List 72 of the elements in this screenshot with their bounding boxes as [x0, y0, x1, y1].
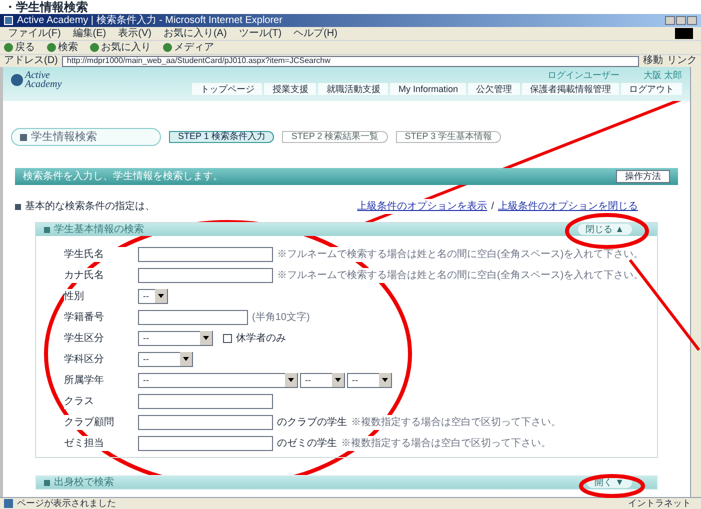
- text-input[interactable]: [138, 436, 273, 450]
- checkbox-label: 休学者のみ: [236, 330, 286, 346]
- nav-link[interactable]: 就職活動支援: [318, 83, 388, 95]
- help-button[interactable]: 操作方法: [616, 170, 670, 183]
- text-input[interactable]: [138, 414, 273, 430]
- nav-link[interactable]: My Information: [390, 83, 466, 95]
- go-button[interactable]: 移動: [643, 56, 663, 66]
- user-name: 大阪 太郎: [643, 71, 682, 80]
- field-label: 学生氏名: [64, 246, 128, 262]
- field-suffix: のゼミの学生: [277, 436, 337, 450]
- annotation-ellipse: [579, 474, 645, 498]
- text-input[interactable]: [138, 394, 273, 408]
- option-link[interactable]: 上級条件のオプションを表示: [357, 199, 488, 214]
- section-title: 学生基本情報の検索: [54, 222, 144, 237]
- nav-link[interactable]: トップページ: [192, 83, 262, 95]
- window-icon: [4, 16, 13, 25]
- close-icon[interactable]: [687, 16, 697, 25]
- select-field[interactable]: --: [138, 372, 298, 388]
- menu-item[interactable]: お気に入り(A): [163, 28, 227, 38]
- address-label: アドレス(D): [4, 56, 58, 66]
- select-value: --: [143, 354, 149, 364]
- address-field[interactable]: http://mdpr1000/main_web_aa/StudentCard/pJ010.aspx?item=JCSearchw: [62, 56, 639, 66]
- links-label[interactable]: リンク: [667, 56, 697, 66]
- text-input[interactable]: [138, 310, 248, 324]
- checkbox[interactable]: [223, 334, 232, 342]
- maximize-icon[interactable]: [676, 16, 686, 25]
- logo-icon: [11, 74, 23, 86]
- field-suffix: のクラブの学生: [277, 414, 347, 430]
- toolbar-button[interactable]: メディア: [163, 42, 214, 52]
- nav-link[interactable]: ログアウト: [621, 83, 682, 95]
- menu-item[interactable]: 編集(E): [72, 28, 106, 38]
- field-hint: (半角10文字): [252, 310, 310, 324]
- logo-text: Active: [25, 71, 50, 80]
- select-field[interactable]: --: [138, 352, 193, 366]
- select-field[interactable]: --: [138, 288, 168, 304]
- menu-item[interactable]: ツール(T): [238, 28, 282, 38]
- nav-link[interactable]: 公欠管理: [468, 83, 520, 95]
- text-input[interactable]: [138, 246, 273, 262]
- toolbar-button[interactable]: お気に入り: [90, 42, 151, 52]
- select-field[interactable]: --: [300, 372, 345, 388]
- select-field[interactable]: --: [347, 372, 392, 388]
- menu-item[interactable]: 表示(V): [118, 28, 152, 38]
- square-icon: [15, 204, 21, 210]
- banner-text: 検索条件を入力し、学生情報を検索します。: [23, 170, 223, 184]
- option-link[interactable]: 上級条件のオプションを閉じる: [498, 199, 638, 214]
- select-value: --: [143, 376, 149, 384]
- toggle-button[interactable]: 閉じる ▲: [578, 224, 632, 235]
- nav-link[interactable]: 保護者掲載情報管理: [522, 83, 619, 95]
- menu-item[interactable]: ファイル(F): [8, 28, 61, 38]
- text-input[interactable]: [138, 268, 273, 282]
- user-label: ログインユーザー: [547, 71, 620, 80]
- windows-logo: [675, 28, 693, 39]
- select-value: --: [143, 334, 149, 342]
- square-icon: [44, 226, 50, 232]
- logo-text: Academy: [25, 80, 62, 89]
- minimize-icon[interactable]: [665, 16, 675, 25]
- page-title: 学生情報検索: [31, 130, 97, 145]
- section-title: 出身校で検索: [54, 476, 114, 490]
- status-text: ページが表示されました: [17, 499, 116, 508]
- select-value: --: [143, 292, 149, 300]
- select-value: --: [305, 376, 311, 384]
- menu-item[interactable]: ヘルプ(H): [294, 28, 338, 38]
- square-icon: [44, 480, 50, 486]
- select-field[interactable]: --: [138, 330, 213, 346]
- toolbar-button[interactable]: 検索: [47, 42, 78, 52]
- zone-label: イントラネット: [628, 499, 691, 508]
- toolbar-button[interactable]: 戻る: [4, 42, 35, 52]
- window-title: Active Academy | 検索条件入力 - Microsoft Internet Explorer: [17, 16, 282, 26]
- square-icon: [20, 134, 27, 140]
- select-value: --: [352, 376, 358, 384]
- page-icon: [4, 499, 13, 508]
- nav-link[interactable]: 授業支援: [264, 83, 316, 95]
